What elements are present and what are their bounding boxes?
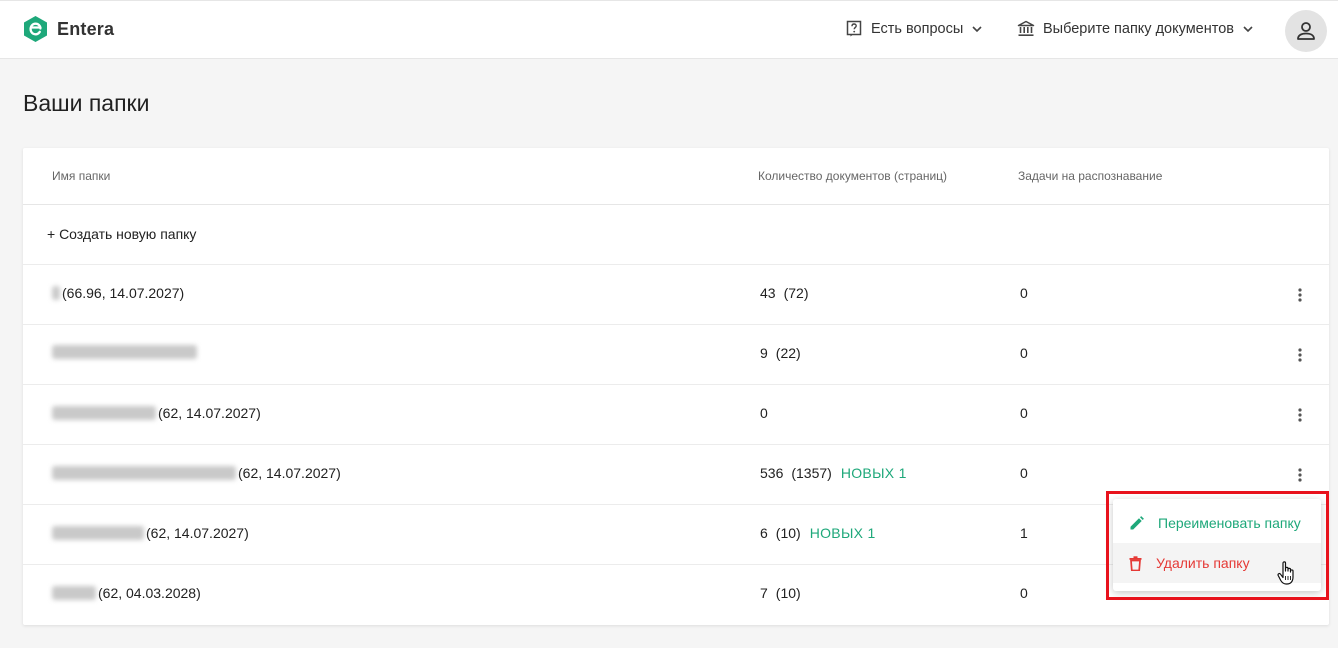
pages-count: (10) <box>775 585 801 601</box>
more-vert-icon <box>1298 408 1302 422</box>
new-documents-badge[interactable]: НОВЫХ 1 <box>841 465 907 481</box>
redacted-text <box>52 526 144 540</box>
pencil-icon <box>1130 515 1144 529</box>
tasks-count: 0 <box>1020 585 1028 601</box>
column-header-documents: Количество документов (страниц) <box>758 169 948 183</box>
more-vert-icon <box>1298 468 1302 482</box>
rename-folder-menu-item[interactable]: Переименовать папку <box>1113 503 1321 543</box>
help-menu-label: Есть вопросы <box>871 20 964 37</box>
create-folder-link[interactable]: + Создать новую папку <box>47 226 196 242</box>
chevron-down-icon <box>1243 25 1253 32</box>
documents-count: 43 (72) <box>760 285 808 301</box>
column-header-name: Имя папки <box>52 169 111 183</box>
user-icon <box>1297 22 1315 40</box>
pages-count: (72) <box>783 285 809 301</box>
row-menu-button[interactable] <box>1290 284 1310 306</box>
entera-logo-icon <box>24 16 47 42</box>
tasks-count: 0 <box>1020 405 1028 421</box>
docs-count: 7 <box>760 585 768 601</box>
help-menu-button[interactable]: Есть вопросы <box>846 20 983 37</box>
tasks-count: 0 <box>1020 465 1028 481</box>
delete-folder-label: Удалить папку <box>1156 555 1250 571</box>
documents-count: 7 (10) <box>760 585 801 601</box>
app-name: Entera <box>57 18 115 39</box>
redacted-text <box>52 466 236 480</box>
redacted-text <box>52 586 96 600</box>
tasks-count: 0 <box>1020 345 1028 361</box>
pages-count: (22) <box>775 345 801 361</box>
table-row[interactable]: (62, 14.07.2027) 536 (1357) НОВЫХ 1 0 <box>23 445 1329 505</box>
docs-count: 9 <box>760 345 768 361</box>
folder-name: (62, 14.07.2027) <box>52 405 261 421</box>
folder-name <box>52 345 199 359</box>
redacted-text <box>52 345 197 359</box>
docs-count: 536 <box>760 465 784 481</box>
documents-count: 0 <box>760 405 768 421</box>
new-documents-badge[interactable]: НОВЫХ 1 <box>810 525 876 541</box>
column-header-tasks: Задачи на распознавание <box>1018 169 1163 183</box>
table-row[interactable]: (62, 14.07.2027) 0 0 <box>23 385 1329 445</box>
pages-count: (1357) <box>791 465 832 481</box>
documents-count: 6 (10) НОВЫХ 1 <box>760 525 876 541</box>
trash-icon <box>1129 555 1142 571</box>
folder-name: (62, 14.07.2027) <box>52 525 249 541</box>
folder-name-text: (66.96, 14.07.2027) <box>62 285 185 301</box>
user-avatar-button[interactable] <box>1285 10 1327 52</box>
folder-name-text: (62, 14.07.2027) <box>146 525 249 541</box>
documents-count: 536 (1357) НОВЫХ 1 <box>760 465 907 481</box>
table-row[interactable]: (66.96, 14.07.2027) 43 (72) 0 <box>23 265 1329 325</box>
page-title: Ваши папки <box>23 90 150 116</box>
redacted-text <box>52 406 156 420</box>
tasks-count: 1 <box>1020 525 1028 541</box>
folder-name: (66.96, 14.07.2027) <box>52 285 184 301</box>
row-menu-button[interactable] <box>1290 464 1310 486</box>
create-folder-row[interactable]: + Создать новую папку <box>23 205 1329 265</box>
docs-count: 0 <box>760 405 768 421</box>
row-menu-button[interactable] <box>1290 404 1310 426</box>
chevron-down-icon <box>972 25 982 32</box>
bank-icon <box>1017 20 1035 36</box>
folder-name-text: (62, 14.07.2027) <box>238 465 341 481</box>
table-row[interactable]: 9 (22) 0 <box>23 325 1329 385</box>
docs-count: 43 <box>760 285 776 301</box>
help-icon <box>846 20 862 37</box>
more-vert-icon <box>1298 288 1302 302</box>
documents-count: 9 (22) <box>760 345 801 361</box>
more-vert-icon <box>1298 348 1302 362</box>
folder-select-label: Выберите папку документов <box>1043 20 1234 37</box>
folder-name-text: (62, 14.07.2027) <box>158 405 261 421</box>
folder-select-button[interactable]: Выберите папку документов <box>1017 20 1254 37</box>
folder-name-text: (62, 04.03.2028) <box>98 585 201 601</box>
pages-count: (10) <box>775 525 801 541</box>
folder-name: (62, 04.03.2028) <box>52 585 201 601</box>
rename-folder-label: Переименовать папку <box>1158 515 1301 531</box>
docs-count: 6 <box>760 525 768 541</box>
top-header: Entera Есть вопросы Выберите папку докум… <box>0 0 1338 59</box>
app-logo[interactable]: Entera <box>24 16 114 42</box>
row-menu-button[interactable] <box>1290 344 1310 366</box>
table-header: Имя папки Количество документов (страниц… <box>23 148 1329 205</box>
hand-cursor-icon <box>1277 561 1294 585</box>
redacted-text <box>52 286 60 300</box>
folder-name: (62, 14.07.2027) <box>52 465 341 481</box>
tasks-count: 0 <box>1020 285 1028 301</box>
